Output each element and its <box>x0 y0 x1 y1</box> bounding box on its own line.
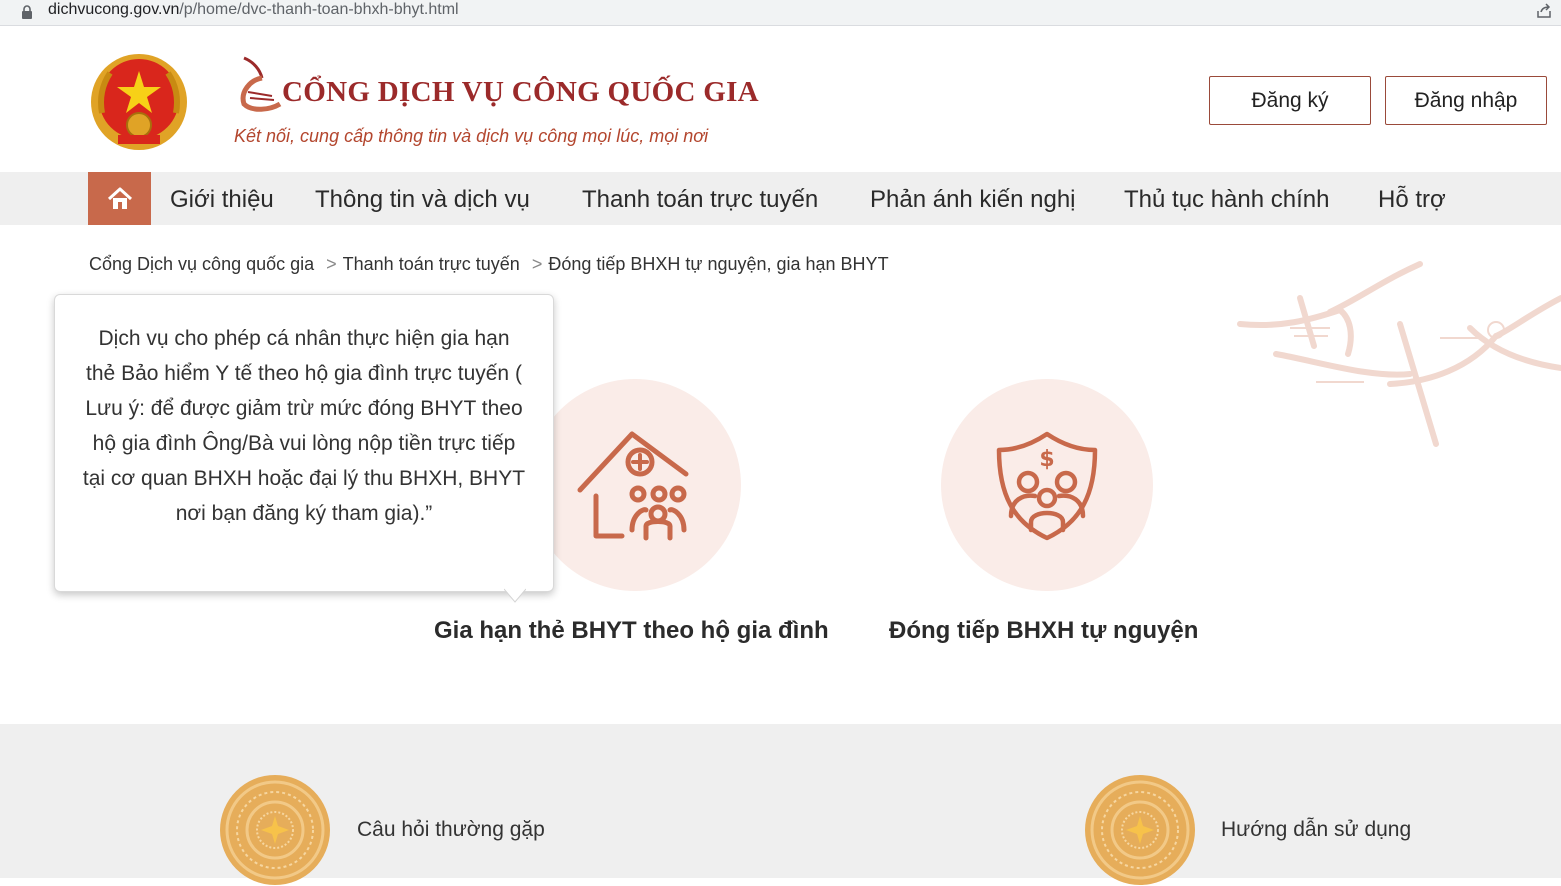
register-button[interactable]: Đăng ký <box>1209 76 1371 125</box>
breadcrumb-separator: > <box>531 254 543 274</box>
breadcrumb-item-payment[interactable]: Thanh toán trực tuyến <box>343 254 520 274</box>
nav-item-thanh-toan[interactable]: Thanh toán trực tuyến <box>582 172 818 225</box>
family-shield-icon: $ <box>996 431 1098 541</box>
national-emblem-icon[interactable] <box>88 51 190 153</box>
nav-item-ho-tro[interactable]: Hỗ trợ <box>1378 172 1446 225</box>
share-icon[interactable] <box>1535 2 1553 20</box>
service-gia-han-bhyt-title[interactable]: Gia hạn thẻ BHYT theo hộ gia đình <box>434 617 829 645</box>
url-path: /p/home/dvc-thanh-toan-bhxh-bhyt.html <box>179 1 459 18</box>
nav-item-thu-tuc[interactable]: Thủ tục hành chính <box>1124 172 1329 225</box>
brand-subtitle: Kết nối, cung cấp thông tin và dịch vụ c… <box>234 126 709 146</box>
brand-title[interactable]: CỔNG DỊCH VỤ CÔNG QUỐC GIA <box>282 76 759 109</box>
svg-text:$: $ <box>1039 447 1054 472</box>
breadcrumb-item-home[interactable]: Cổng Dịch vụ công quốc gia <box>89 254 314 274</box>
breadcrumb-item-current: Đóng tiếp BHXH tự nguyện, gia hạn BHYT <box>548 254 889 274</box>
nav-item-phan-anh[interactable]: Phản ánh kiến nghị <box>870 172 1076 225</box>
tooltip-text: Dịch vụ cho phép cá nhân thực hiện gia h… <box>82 327 526 525</box>
service-dong-bhxh-title[interactable]: Đóng tiếp BHXH tự nguyện <box>889 617 1198 645</box>
tooltip-arrow <box>504 588 526 603</box>
url-text[interactable]: dichvucong.gov.vn/p/home/dvc-thanh-toan-… <box>48 0 459 20</box>
login-button[interactable]: Đăng nhập <box>1385 76 1547 125</box>
nav-home-button[interactable] <box>88 172 151 225</box>
nav-item-thong-tin-dich-vu[interactable]: Thông tin và dịch vụ <box>315 172 530 225</box>
user-guide-link[interactable]: Hướng dẫn sử dụng <box>1221 818 1411 842</box>
url-host: dichvucong.gov.vn <box>48 1 180 18</box>
main-nav: Giới thiệu Thông tin và dịch vụ Thanh to… <box>0 172 1561 225</box>
breadcrumb: Cổng Dịch vụ công quốc gia > Thanh toán tr… <box>89 254 889 275</box>
bronze-drum-icon[interactable] <box>1084 774 1196 886</box>
service-description-tooltip: Dịch vụ cho phép cá nhân thực hiện gia h… <box>54 294 554 592</box>
lock-icon <box>22 5 32 19</box>
faq-link[interactable]: Câu hỏi thường gặp <box>357 818 545 842</box>
nav-item-gioi-thieu[interactable]: Giới thiệu <box>170 172 274 225</box>
breadcrumb-separator: > <box>326 254 337 274</box>
site-header: CỔNG DỊCH VỤ CÔNG QUỐC GIA Kết nối, cung… <box>0 32 1561 172</box>
bronze-drum-icon[interactable] <box>219 774 331 886</box>
home-icon <box>107 187 132 209</box>
browser-address-bar[interactable]: dichvucong.gov.vn/p/home/dvc-thanh-toan-… <box>0 0 1561 26</box>
decorative-birds-icon <box>1237 261 1561 447</box>
family-house-icon <box>577 431 689 541</box>
